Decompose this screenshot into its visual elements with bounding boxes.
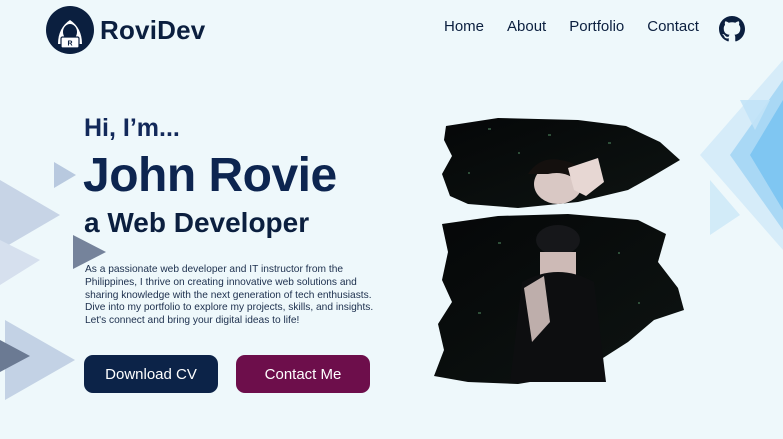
top-navigation: R RoviDev Home About Portfolio Contact <box>0 0 783 58</box>
decorative-triangles-right <box>700 60 783 250</box>
brand-name: RoviDev <box>100 14 206 45</box>
nav-item-portfolio[interactable]: Portfolio <box>569 18 624 35</box>
nav-menu: Home About Portfolio Contact <box>444 18 699 35</box>
download-cv-button[interactable]: Download CV <box>84 355 218 393</box>
hooded-developer-laptop-icon: R <box>46 6 94 54</box>
nav-item-about[interactable]: About <box>507 18 546 35</box>
nav-item-contact[interactable]: Contact <box>647 18 699 35</box>
contact-me-button[interactable]: Contact Me <box>236 355 370 393</box>
hero-role: a Web Developer <box>84 207 310 238</box>
hero-name: John Rovie <box>83 149 337 202</box>
hero-portrait-image <box>434 118 684 384</box>
hero-greeting: Hi, I’m... <box>84 114 180 142</box>
github-icon[interactable] <box>719 16 745 42</box>
nav-item-home[interactable]: Home <box>444 18 484 35</box>
brand-logo[interactable]: R RoviDev <box>46 6 205 54</box>
svg-text:R: R <box>67 41 72 48</box>
hero-bio: As a passionate web developer and IT ins… <box>85 264 374 326</box>
